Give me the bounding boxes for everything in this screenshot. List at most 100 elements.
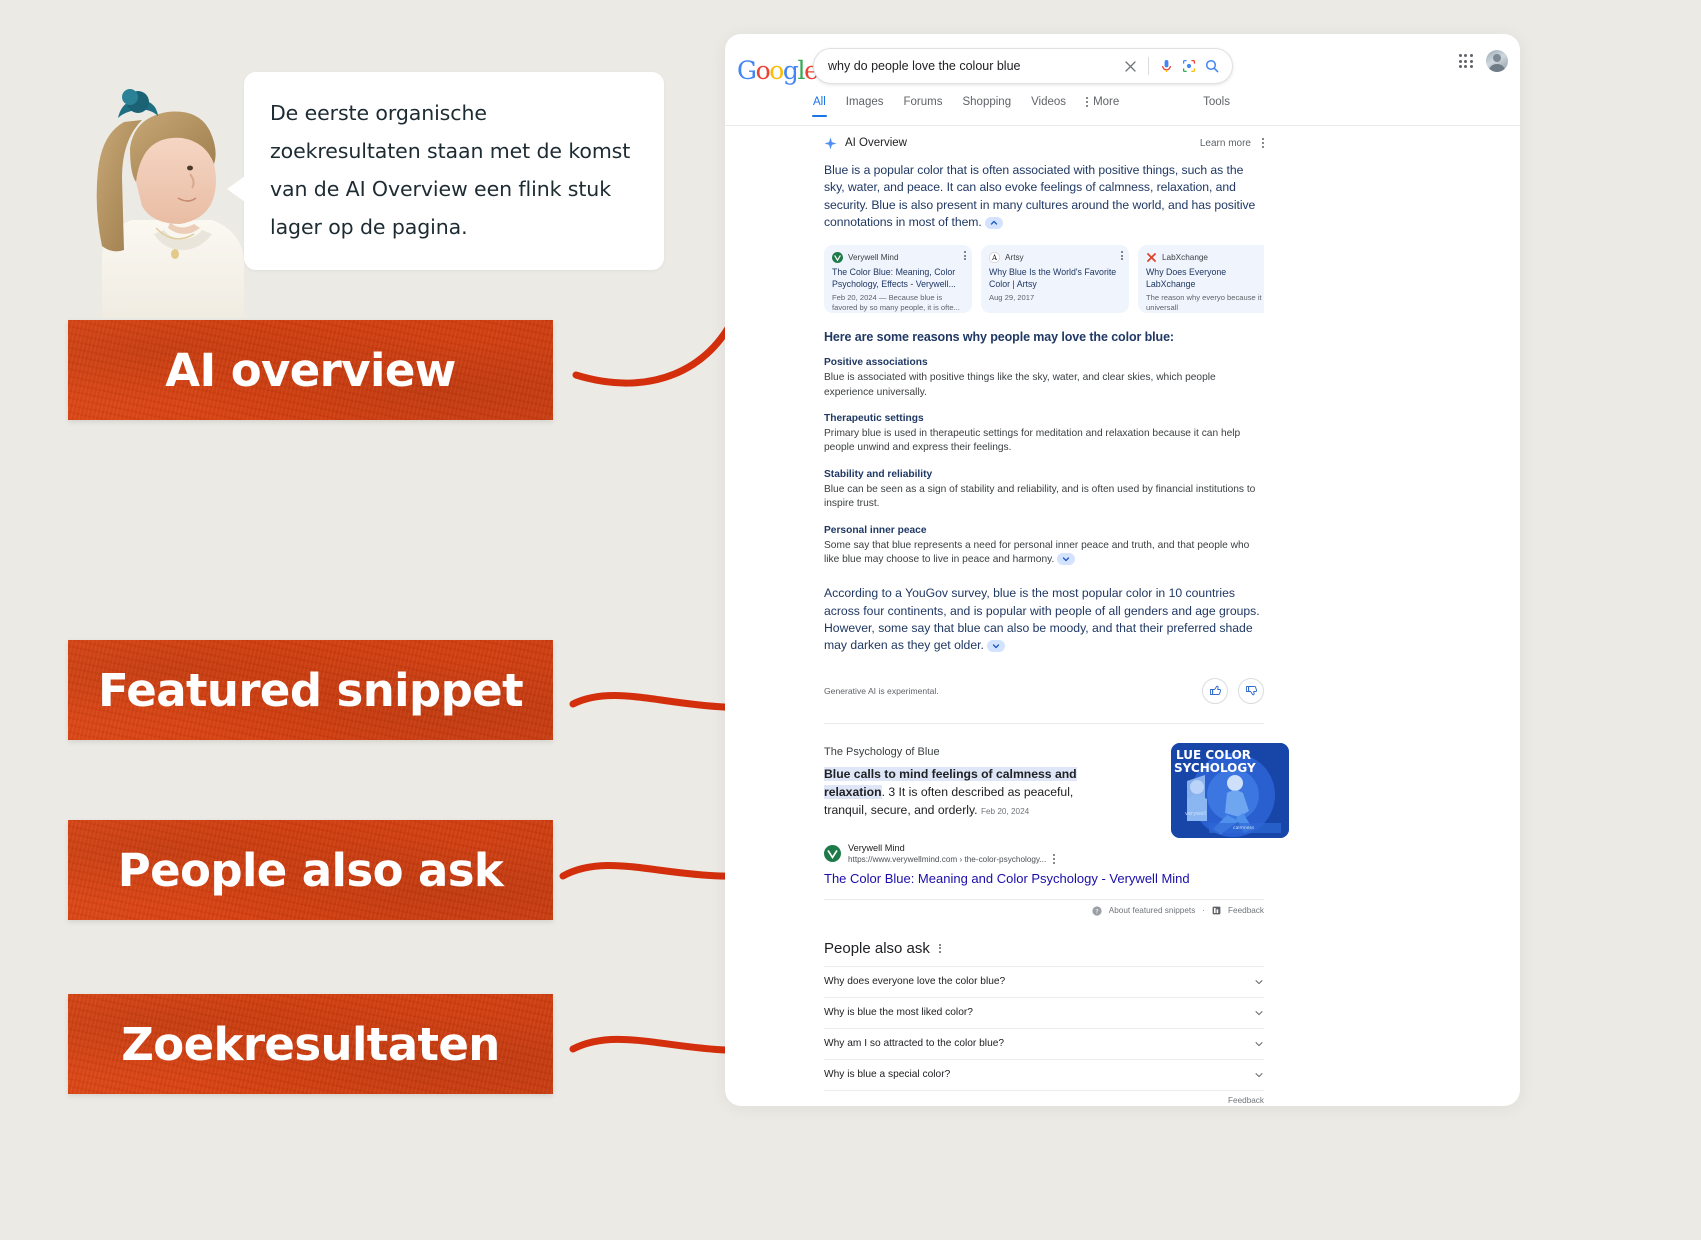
people-also-ask-header: People also ask [824, 940, 1264, 957]
source-title: Why Does Everyone LabXchange [1146, 267, 1227, 289]
tab-label: Shopping [962, 96, 1012, 108]
tab-forums[interactable]: Forums [904, 96, 943, 116]
learn-more-link[interactable]: Learn more [1200, 138, 1251, 149]
people-also-ask-block: People also ask Why does everyone love t… [824, 940, 1264, 1105]
speech-bubble: De eerste organische zoekresultaten staa… [227, 72, 664, 270]
kebab-icon[interactable] [1262, 138, 1264, 148]
sparkle-icon [824, 137, 837, 149]
section-body-text: Some say that blue represents a need for… [824, 539, 1250, 566]
chevron-down-icon[interactable] [1254, 977, 1264, 987]
source-card[interactable]: A Artsy Why Blue Is the World's Favorite… [981, 245, 1129, 314]
tab-label: All [813, 96, 826, 108]
people-also-ask-title: People also ask [824, 939, 930, 957]
source-name: Verywell Mind [848, 253, 899, 263]
source-line: LabXchange [1146, 252, 1264, 263]
voice-search-icon[interactable] [1160, 59, 1173, 73]
paa-question-row[interactable]: Why is blue the most liked color? [824, 996, 1264, 1028]
source-date: Aug 29, 2017 [989, 293, 1035, 303]
svg-text:LUE COLOR: LUE COLOR [1176, 748, 1251, 762]
tag-people-also-ask: People also ask [68, 820, 553, 920]
ai-overview-section: Therapeutic settings Primary blue is use… [824, 413, 1264, 456]
tab-shopping[interactable]: Shopping [962, 96, 1011, 116]
logo-letter: o [755, 56, 771, 85]
ai-overview-source-cards: Verywell Mind The Color Blue: Meaning, C… [824, 245, 1264, 314]
section-title: Stability and reliability [824, 468, 933, 480]
svg-text:calmness: calmness [1233, 825, 1255, 831]
artsy-favicon: A [989, 252, 1000, 264]
tag-zoekresultaten: Zoekresultaten [68, 994, 553, 1094]
people-also-ask-list: Why does everyone love the color blue? W… [824, 965, 1264, 1091]
source-date: Feb 20, 2024 — Because blue is favored b… [832, 293, 960, 313]
logo-letter: G [737, 56, 757, 85]
section-body: Blue is associated with positive things … [824, 372, 1216, 398]
collapse-chevron-icon[interactable] [984, 216, 1003, 229]
tab-images[interactable]: Images [846, 96, 884, 116]
search-bar[interactable]: why do people love the colour blue [813, 48, 1233, 84]
paa-feedback-link[interactable]: Feedback [824, 1096, 1264, 1105]
featured-snippet-body: Blue calls to mind feelings of calmness … [824, 765, 1104, 821]
serp-tabs: All Images Forums Shopping Videos More T… [725, 96, 1520, 126]
search-input[interactable]: why do people love the colour blue [814, 59, 1124, 73]
feedback-link[interactable]: Feedback [1228, 906, 1264, 915]
kebab-icon[interactable] [1121, 251, 1123, 261]
chevron-down-icon[interactable] [1254, 1008, 1264, 1018]
google-apps-icon[interactable] [1458, 53, 1473, 69]
chevron-down-icon[interactable] [1254, 1070, 1264, 1080]
featured-snippet-date: Feb 20, 2024 [980, 806, 1030, 816]
chevron-down-icon[interactable] [1254, 1039, 1264, 1049]
search-icon[interactable] [1205, 59, 1219, 73]
expand-chevron-icon[interactable] [1057, 553, 1076, 566]
source-line: A Artsy [989, 252, 1121, 264]
ai-overview-closing-text: According to a YouGov survey, blue is th… [824, 586, 1260, 653]
expand-chevron-icon[interactable] [986, 640, 1005, 653]
paa-question-row[interactable]: Why am I so attracted to the color blue? [824, 1027, 1264, 1059]
ai-overview-footer: Generative AI is experimental. [824, 677, 1264, 705]
ai-disclaimer: Generative AI is experimental. [824, 685, 939, 696]
featured-snippet-footer: ? About featured snippets · Feedback [824, 898, 1264, 916]
result-title-link[interactable]: The Color Blue: Meaning and Color Psycho… [824, 870, 1264, 887]
source-name: Artsy [1005, 253, 1024, 263]
tools-button[interactable]: Tools [1203, 96, 1230, 108]
tab-label: Forums [903, 96, 943, 108]
about-featured-snippets-link[interactable]: About featured snippets [1109, 906, 1196, 915]
bubble-text: De eerste organische zoekresultaten staa… [270, 101, 631, 239]
source-title: The Color Blue: Meaning, Color Psycholog… [832, 267, 956, 289]
paa-question-row[interactable]: Why is blue a special color? [824, 1058, 1264, 1090]
tab-more[interactable]: More [1086, 96, 1119, 116]
tag-featured-snippet: Featured snippet [68, 640, 553, 740]
kebab-icon[interactable] [964, 251, 966, 261]
tab-label: More [1093, 96, 1120, 108]
featured-snippet-thumbnail[interactable]: LUE COLOR SYCHOLOGY verywell calmness [1171, 742, 1289, 838]
source-card[interactable]: Verywell Mind The Color Blue: Meaning, C… [824, 245, 972, 314]
section-body: Blue can be seen as a sign of stability … [824, 483, 1256, 510]
section-title: Personal inner peace [824, 524, 927, 536]
ai-overview-block: AI Overview Learn more Blue is a popular… [824, 134, 1264, 724]
kebab-icon[interactable] [938, 943, 941, 953]
source-line: Verywell Mind [832, 252, 964, 264]
dot-separator: · [1202, 906, 1206, 916]
verywell-mind-favicon [832, 252, 843, 264]
result-site-name: Verywell Mind [848, 842, 905, 853]
section-title: Positive associations [824, 357, 928, 369]
ai-overview-intro: Blue is a popular color that is often as… [824, 162, 1264, 231]
info-icon: ? [1092, 906, 1102, 916]
source-card[interactable]: LabXchange Why Does Everyone LabXchange … [1138, 245, 1264, 314]
clear-icon[interactable] [1124, 60, 1137, 73]
thumb-down-icon[interactable] [1238, 677, 1264, 704]
ai-overview-header: AI Overview Learn more [824, 134, 1264, 152]
ai-overview-heading: Here are some reasons why people may lov… [824, 330, 1174, 345]
section-body: Primary blue is used in therapeutic sett… [824, 428, 1241, 454]
tab-all[interactable]: All [812, 96, 827, 117]
divider [824, 722, 1264, 724]
kebab-icon[interactable] [1053, 854, 1056, 864]
account-avatar[interactable] [1486, 50, 1508, 72]
google-serp-screenshot: Google why do people love the colour blu… [725, 34, 1520, 1106]
divider [1148, 57, 1149, 75]
serp-main-column: AI Overview Learn more Blue is a popular… [824, 134, 1289, 1106]
tag-label: AI overview [165, 343, 456, 397]
tab-videos[interactable]: Videos [1031, 96, 1066, 116]
paa-question-row[interactable]: Why does everyone love the color blue? [824, 965, 1264, 997]
serp-header: Google why do people love the colour blu… [725, 34, 1520, 96]
lens-icon[interactable] [1182, 59, 1196, 73]
thumb-up-icon[interactable] [1202, 677, 1228, 704]
